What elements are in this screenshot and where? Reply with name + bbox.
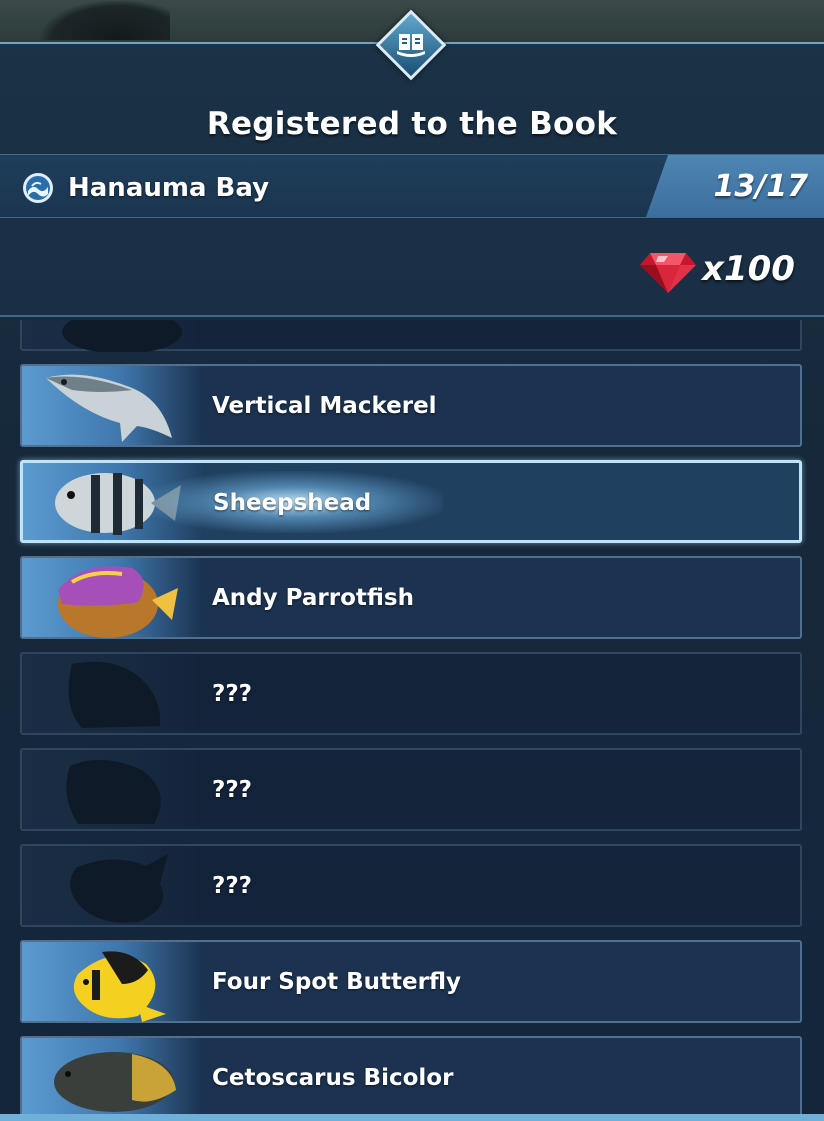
- location-name: Hanauma Bay: [68, 173, 270, 203]
- fish-silhouette-icon: [62, 320, 182, 352]
- book-badge: [375, 9, 447, 81]
- sheepshead-fish-icon: [55, 473, 181, 535]
- list-item[interactable]: [20, 320, 802, 352]
- list-item[interactable]: Vertical Mackerel: [20, 364, 802, 447]
- bottom-divider: [0, 1114, 824, 1121]
- fish-name: Vertical Mackerel: [212, 393, 437, 419]
- list-item[interactable]: Cetoscarus Bicolor: [20, 1036, 802, 1115]
- fish-silhouette-icon: [68, 661, 161, 728]
- reward-amount: x100: [702, 249, 795, 289]
- ruby-gem-icon: [640, 253, 696, 293]
- book-icon: [397, 34, 425, 57]
- fish-silhouette-icon: [70, 854, 168, 923]
- page-title: Registered to the Book: [206, 106, 618, 142]
- location-bar: Hanauma Bay 13/17: [0, 154, 824, 218]
- fish-name: ???: [212, 681, 253, 707]
- fish-silhouette-icon: [66, 759, 161, 824]
- background-fish-silhouette: [40, 0, 170, 40]
- water-drop-icon: [23, 173, 53, 203]
- fish-name: Andy Parrotfish: [212, 585, 414, 611]
- progress-count: 13/17: [713, 169, 808, 204]
- list-item[interactable]: ???: [20, 844, 802, 927]
- fish-name: Four Spot Butterfly: [212, 969, 462, 995]
- butterflyfish-icon: [73, 951, 166, 1022]
- list-item-selected[interactable]: Sheepshead: [20, 460, 802, 543]
- bicolor-parrotfish-icon: [54, 1052, 176, 1112]
- reward-bar: x100: [0, 219, 824, 317]
- fish-name: Cetoscarus Bicolor: [212, 1065, 454, 1091]
- fish-name: Sheepshead: [213, 490, 372, 516]
- parrotfish-icon: [58, 566, 178, 638]
- mackerel-fish-icon: [46, 374, 172, 442]
- list-item[interactable]: ???: [20, 652, 802, 735]
- fish-name: ???: [212, 777, 253, 803]
- list-item[interactable]: Andy Parrotfish: [20, 556, 802, 639]
- list-item[interactable]: Four Spot Butterfly: [20, 940, 802, 1023]
- fish-list[interactable]: Vertical Mackerel Sheepshead Andy Parrot…: [0, 320, 824, 1115]
- list-item[interactable]: ???: [20, 748, 802, 831]
- fish-name: ???: [212, 873, 253, 899]
